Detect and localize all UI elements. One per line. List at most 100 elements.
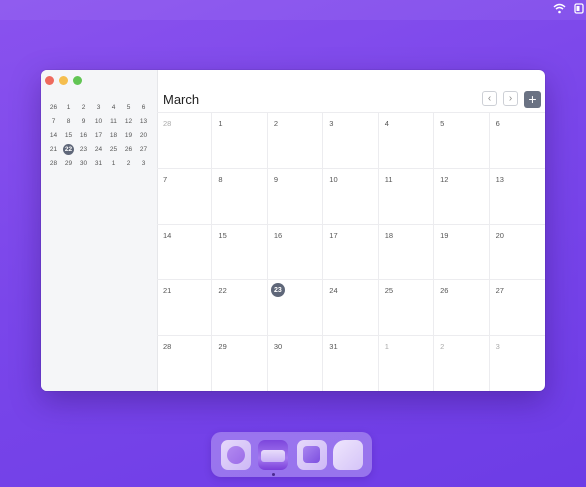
day-number: 18 [384, 230, 394, 240]
mini-calendar-day[interactable]: 28 [46, 156, 61, 170]
day-number: 14 [163, 230, 172, 240]
mini-calendar-day[interactable]: 11 [106, 114, 121, 128]
day-cell[interactable]: 21 [157, 280, 213, 337]
day-cell[interactable]: 20 [489, 225, 545, 281]
day-cell[interactable]: 13 [489, 169, 545, 225]
dock-app-two-icon[interactable] [258, 440, 288, 470]
mini-calendar-day[interactable]: 2 [76, 100, 91, 114]
day-cell[interactable]: 8 [212, 168, 268, 225]
day-cell[interactable]: 29 [212, 336, 268, 391]
mini-calendar-day[interactable]: 3 [136, 156, 151, 170]
next-month-button[interactable]: › [503, 91, 518, 106]
day-cell[interactable]: 28 [157, 336, 213, 391]
day-number: 27 [495, 286, 504, 296]
mini-calendar-day[interactable]: 7 [46, 114, 61, 128]
zoom-button[interactable] [73, 76, 82, 85]
day-cell[interactable]: 27 [489, 280, 545, 337]
day-cell[interactable]: 3 [489, 336, 545, 391]
mini-calendar-day[interactable]: 10 [91, 114, 106, 128]
day-cell[interactable]: 1 [378, 336, 435, 391]
close-button[interactable] [45, 76, 54, 85]
wifi-icon[interactable] [553, 3, 566, 14]
add-event-button[interactable]: + [524, 91, 541, 108]
mini-calendar-day[interactable]: 17 [91, 128, 106, 142]
mini-calendar-day[interactable]: 18 [106, 128, 121, 142]
battery-icon[interactable] [574, 3, 584, 14]
day-cell[interactable]: 17 [323, 224, 379, 281]
mini-calendar-day[interactable]: 19 [121, 128, 136, 142]
day-number: 1 [218, 119, 223, 128]
day-number: 3 [329, 119, 334, 128]
mini-calendar-day[interactable]: 26 [121, 142, 136, 156]
mini-calendar-day[interactable]: 1 [106, 156, 121, 170]
mini-calendar-day[interactable]: 2 [121, 156, 136, 170]
day-cell[interactable]: 26 [434, 280, 490, 337]
day-cell[interactable]: 7 [157, 168, 213, 225]
day-number: 2 [440, 342, 445, 352]
mini-calendar-day[interactable]: 13 [136, 114, 151, 128]
mini-calendar-day[interactable]: 27 [136, 142, 151, 156]
day-cell[interactable]: 6 [489, 113, 545, 169]
mini-calendar-day[interactable]: 1 [61, 100, 76, 114]
traffic-lights [45, 76, 82, 85]
mini-calendar-day[interactable]: 12 [121, 114, 136, 128]
dock-app-three-icon[interactable] [297, 440, 327, 470]
active-app-indicator [272, 473, 275, 476]
day-cell[interactable]: 25 [378, 280, 435, 337]
mini-calendar-day[interactable]: 6 [136, 100, 151, 114]
day-cell[interactable]: 14 [157, 224, 213, 281]
day-cell[interactable]: 2 [434, 336, 490, 391]
day-cell[interactable]: 1 [212, 113, 268, 169]
day-number: 15 [218, 230, 227, 240]
day-number: 10 [329, 174, 338, 184]
mini-calendar-day[interactable]: 30 [76, 156, 91, 170]
day-cell[interactable]: 15 [212, 224, 268, 281]
mini-calendar-day[interactable]: 21 [46, 142, 61, 156]
minimize-button[interactable] [59, 76, 68, 85]
mini-calendar-day[interactable]: 15 [61, 128, 76, 142]
previous-month-button[interactable]: ‹ [482, 91, 497, 106]
day-cell[interactable]: 4 [378, 113, 435, 169]
mini-calendar-day[interactable]: 20 [136, 128, 151, 142]
mini-calendar-day[interactable]: 22 [63, 143, 74, 155]
day-cell[interactable]: 22 [212, 280, 268, 337]
day-cell[interactable]: 28 [157, 113, 213, 169]
mini-calendar-day[interactable]: 29 [61, 156, 76, 170]
day-cell[interactable]: 24 [323, 280, 379, 337]
dock [211, 432, 372, 477]
mini-calendar-day[interactable]: 4 [106, 100, 121, 114]
mini-calendar-day[interactable]: 24 [91, 142, 106, 156]
day-cell[interactable]: 9 [267, 168, 324, 225]
mini-calendar-day[interactable]: 25 [106, 142, 121, 156]
mini-calendar-day[interactable]: 31 [91, 156, 106, 170]
day-cell[interactable]: 30 [267, 336, 324, 391]
day-cell[interactable]: 31 [323, 336, 379, 391]
day-number: 25 [384, 286, 394, 296]
day-cell[interactable]: 10 [323, 168, 379, 225]
mini-calendar-day[interactable]: 5 [121, 100, 136, 114]
mini-calendar-day[interactable]: 9 [76, 114, 91, 128]
day-cell[interactable]: 19 [434, 224, 490, 281]
day-cell[interactable]: 12 [434, 168, 490, 225]
day-cell[interactable]: 11 [378, 168, 435, 225]
mini-calendar-day[interactable]: 8 [61, 114, 76, 128]
chevron-right-icon: › [508, 93, 513, 104]
day-cell[interactable]: 16 [267, 224, 324, 281]
mini-calendar-day[interactable]: 3 [91, 100, 106, 114]
month-title: March [163, 92, 200, 107]
day-cell[interactable]: 23 [267, 280, 324, 337]
mini-calendar-day[interactable]: 23 [76, 142, 91, 156]
mini-calendar-day[interactable]: 26 [46, 100, 61, 114]
mini-calendar-day[interactable]: 14 [46, 128, 61, 142]
day-cell[interactable]: 18 [378, 224, 435, 281]
day-cell[interactable]: 5 [434, 113, 490, 169]
mini-calendar-day[interactable]: 16 [76, 128, 91, 142]
dock-app-one-icon[interactable] [221, 440, 251, 470]
day-cell[interactable]: 3 [323, 113, 379, 169]
dock-app-four-icon[interactable] [333, 440, 363, 470]
day-number: 4 [384, 119, 389, 128]
day-number: 5 [440, 119, 445, 128]
day-number: 2 [273, 119, 279, 128]
day-cell[interactable]: 2 [267, 113, 324, 169]
day-number: 21 [163, 286, 172, 296]
